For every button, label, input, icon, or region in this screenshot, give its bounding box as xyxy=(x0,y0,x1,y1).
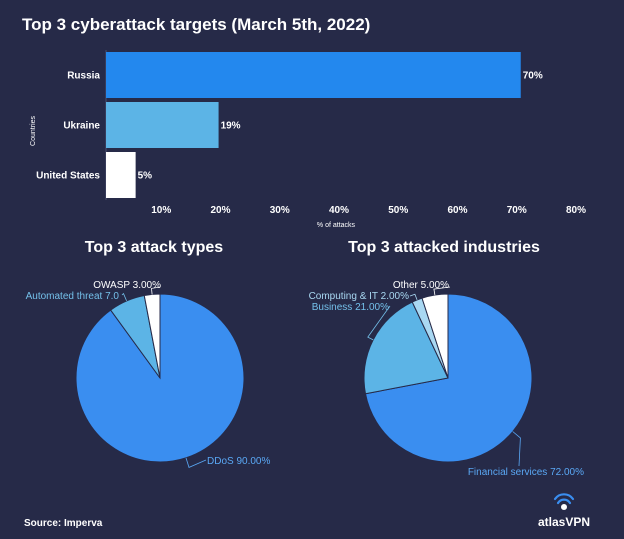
slice-label: Business 21.00% xyxy=(312,302,389,313)
slice-label: Financial services 72.00% xyxy=(468,467,584,478)
x-tick-label: 30% xyxy=(270,205,290,216)
leader-line xyxy=(121,292,127,302)
x-tick-label: 80% xyxy=(566,205,586,216)
source-note: Source: Imperva xyxy=(24,518,103,529)
y-axis-label: Countries xyxy=(30,116,37,146)
bar-value-label: 70% xyxy=(523,71,543,82)
bar-russia xyxy=(106,52,521,98)
category-label: Russia xyxy=(67,71,100,82)
leader-line xyxy=(185,457,207,468)
bar-ukraine xyxy=(106,102,219,148)
attack-types-pie-chart: Top 3 attack types DDoS 90.00% Automated … xyxy=(26,239,270,468)
x-tick-labels: 10% 20% 30% 40% 50% 60% 70% 80% xyxy=(151,205,586,216)
bar-value-label: 19% xyxy=(221,121,241,132)
x-tick-label: 20% xyxy=(210,205,230,216)
bar-value-label: 5% xyxy=(138,171,153,182)
slice-label: OWASP 3.00% xyxy=(93,280,161,291)
infographic-canvas: Top 3 cyberattack targets (March 5th, 20… xyxy=(22,15,590,529)
brand-logo: atlasVPN xyxy=(538,493,590,529)
attacked-industries-title: Top 3 attacked industries xyxy=(348,239,540,256)
attacked-industries-slices xyxy=(363,293,533,463)
bar-united-states xyxy=(106,152,136,198)
attacked-industries-pie-chart: Top 3 attacked industries Financial serv… xyxy=(309,239,585,478)
bars xyxy=(106,52,521,198)
atlasvpn-logo-icon xyxy=(553,493,575,510)
category-label: Ukraine xyxy=(63,121,100,132)
attack-types-slices xyxy=(75,293,245,463)
bar-chart: Top 3 cyberattack targets (March 5th, 20… xyxy=(22,15,586,229)
slice-label: Computing & IT 2.00% xyxy=(309,291,410,302)
x-axis-label: % of attacks xyxy=(317,222,356,229)
attack-types-title: Top 3 attack types xyxy=(85,239,224,256)
x-tick-label: 10% xyxy=(151,205,171,216)
x-tick-label: 60% xyxy=(447,205,467,216)
slice-label: Automated threat 7.0 xyxy=(26,291,120,302)
category-labels: Russia Ukraine United States xyxy=(36,71,100,182)
brand-name: atlasVPN xyxy=(538,515,590,529)
x-tick-label: 40% xyxy=(329,205,349,216)
category-label: United States xyxy=(36,171,100,182)
bar-chart-title: Top 3 cyberattack targets (March 5th, 20… xyxy=(22,15,370,34)
leader-line xyxy=(409,293,418,301)
leader-line xyxy=(512,431,521,467)
slice-label: DDoS 90.00% xyxy=(207,456,270,467)
x-tick-label: 70% xyxy=(507,205,527,216)
slice-label: Other 5.00% xyxy=(393,280,449,291)
x-tick-label: 50% xyxy=(388,205,408,216)
